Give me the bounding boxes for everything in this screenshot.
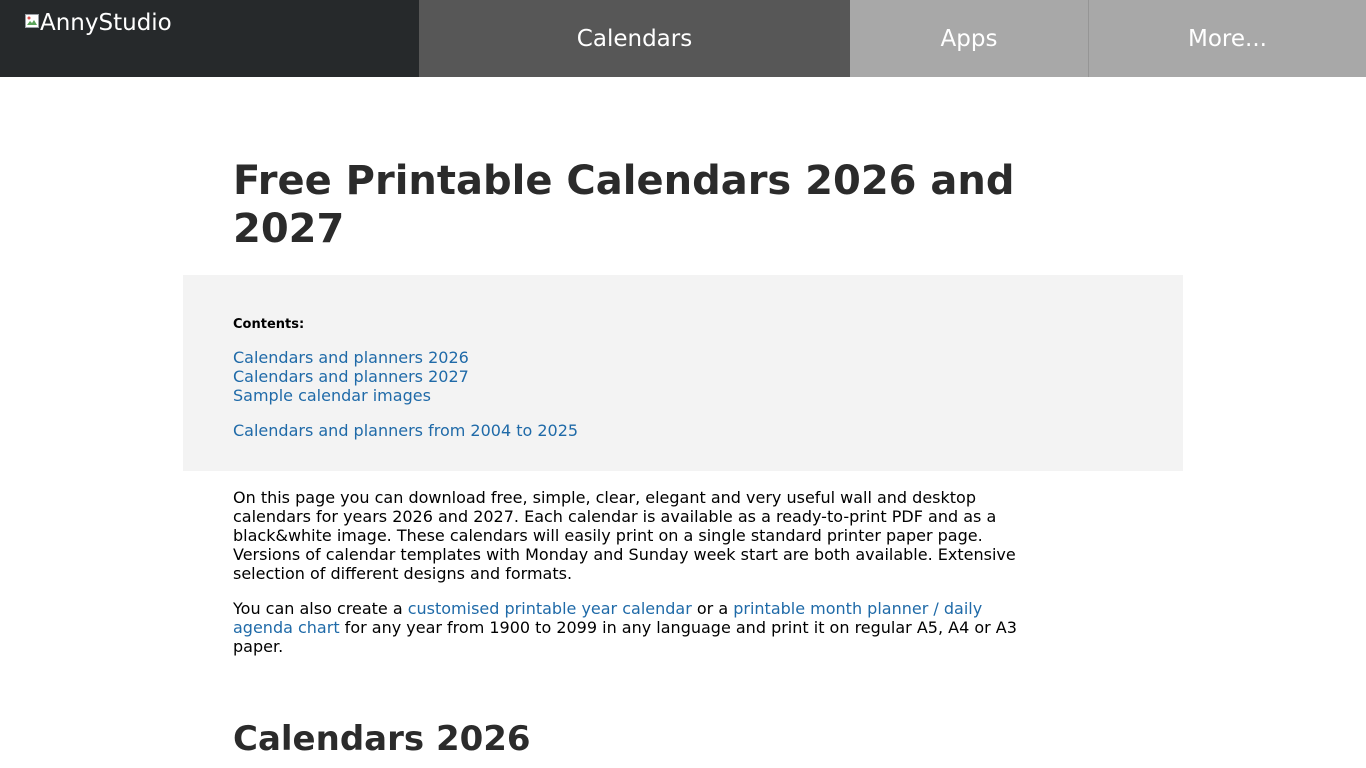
nav-more[interactable]: More... <box>1089 0 1366 77</box>
contents-link-2027[interactable]: Calendars and planners 2027 <box>233 367 578 386</box>
contents-link-archive[interactable]: Calendars and planners from 2004 to 2025 <box>233 421 578 440</box>
also-text-post: for any year from 1900 to 2099 in any la… <box>233 618 1017 656</box>
nav-calendars[interactable]: Calendars <box>419 0 850 77</box>
also-text-pre: You can also create a <box>233 599 408 618</box>
annystudio-logo-link[interactable]: AnnyStudio <box>24 10 172 37</box>
contents-spacer <box>233 405 578 421</box>
contents-link-2026[interactable]: Calendars and planners 2026 <box>233 348 578 367</box>
top-navigation-bar: AnnyStudio Calendars Apps More... <box>0 0 1366 77</box>
also-text-mid: or a <box>691 599 734 618</box>
section-heading-calendars-2026: Calendars 2026 <box>233 719 531 759</box>
logo-area: AnnyStudio <box>0 0 419 77</box>
also-create-paragraph: You can also create a customised printab… <box>233 599 1033 656</box>
broken-image-icon <box>24 13 40 29</box>
table-of-contents: Contents: Calendars and planners 2026 Ca… <box>183 275 1183 471</box>
contents-label: Contents: <box>233 317 305 332</box>
custom-year-calendar-link[interactable]: customised printable year calendar <box>408 599 692 618</box>
logo-alt-text: AnnyStudio <box>40 10 172 36</box>
contents-link-sample-images[interactable]: Sample calendar images <box>233 386 578 405</box>
intro-paragraph: On this page you can download free, simp… <box>233 488 1016 583</box>
nav-apps[interactable]: Apps <box>850 0 1089 77</box>
contents-links: Calendars and planners 2026 Calendars an… <box>233 348 578 440</box>
page-title: Free Printable Calendars 2026 and 2027 <box>233 158 1015 252</box>
